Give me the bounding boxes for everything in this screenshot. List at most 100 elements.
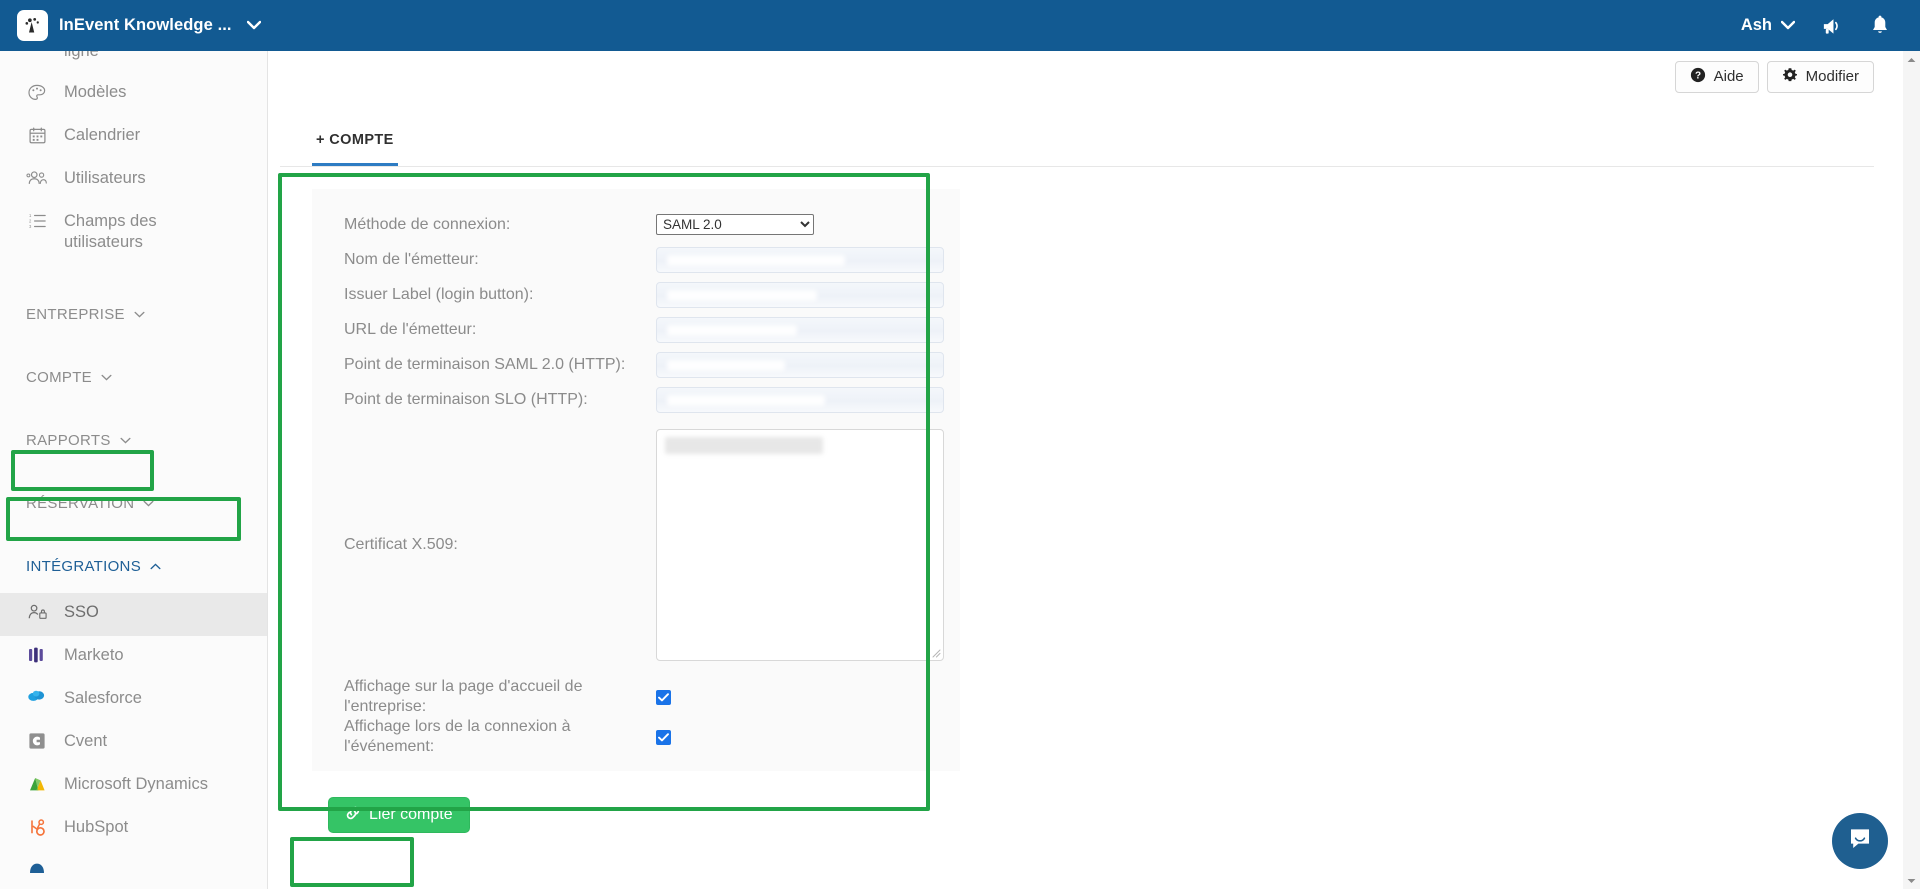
form-control: [656, 316, 944, 343]
sidebar-item-label: ligne: [64, 51, 99, 60]
top-bar-right: Ash: [1741, 15, 1920, 36]
form-label: Méthode de connexion:: [344, 215, 511, 233]
help-button-label: Aide: [1713, 68, 1744, 85]
form-label: Nom de l'émetteur:: [344, 250, 479, 268]
scroll-up-arrow-icon[interactable]: [1903, 51, 1920, 68]
sidebar-item-modeles[interactable]: Modèles: [0, 73, 267, 116]
form-control: SAML 2.0: [656, 214, 942, 235]
form-label: URL de l'émetteur:: [344, 320, 477, 338]
edit-button[interactable]: Modifier: [1766, 60, 1874, 93]
sidebar-item-hubspot[interactable]: HubSpot: [0, 808, 267, 851]
brand-zone[interactable]: InEvent Knowledge ...: [0, 0, 268, 51]
sidebar-item-cvent[interactable]: Cvent: [0, 722, 267, 765]
user-name: Ash: [1740, 16, 1772, 34]
sidebar-item-microsoft-dynamics[interactable]: Microsoft Dynamics: [0, 765, 267, 808]
sidebar-item-salesforce[interactable]: Salesforce: [0, 679, 267, 722]
sidebar-group-compte[interactable]: COMPTE: [0, 355, 267, 400]
sidebar-group-entreprise[interactable]: ENTREPRISE: [0, 292, 267, 337]
chevron-down-icon[interactable]: [246, 18, 261, 33]
top-bar: InEvent Knowledge ... Ash: [0, 0, 1920, 51]
marketo-icon: [26, 646, 48, 664]
sidebar-group-reservation[interactable]: RÉSERVATION: [0, 481, 267, 526]
form-row-saml-endpoint: Point de terminaison SAML 2.0 (HTTP):: [312, 347, 960, 382]
form-label: Point de terminaison SLO (HTTP):: [344, 390, 588, 408]
sidebar-item-label: HubSpot: [64, 818, 129, 836]
chevron-up-icon: [150, 561, 161, 573]
sidebar-item-label: Calendrier: [64, 126, 141, 144]
tab-label: + COMPTE: [316, 132, 394, 148]
sidebar: ligne Modèles Calendrier Utilisateurs 1 …: [0, 51, 268, 889]
megaphone-icon[interactable]: [1821, 16, 1844, 36]
form-row-nom-de-lemetteur: Nom de l'émetteur:: [312, 242, 960, 277]
gear-icon: [1782, 67, 1798, 87]
main-scrollbar[interactable]: [1903, 51, 1920, 889]
sidebar-group-rapports[interactable]: RAPPORTS: [0, 418, 267, 463]
bell-icon[interactable]: [1870, 15, 1890, 36]
cvent-icon: [26, 732, 48, 750]
issuer-name-input[interactable]: [656, 246, 944, 273]
chevron-down-icon: [120, 435, 131, 447]
link-account-button-label: Lier compte: [369, 806, 453, 823]
sidebar-item-label: Utilisateurs: [64, 169, 146, 187]
content-toolbar: ? Aide Modifier: [268, 51, 1920, 102]
link-account-button[interactable]: Lier compte: [328, 797, 470, 833]
show-on-event-login-checkbox[interactable]: [656, 729, 671, 745]
sidebar-group-label: RÉSERVATION: [26, 495, 135, 512]
issuer-label-input[interactable]: [656, 281, 944, 308]
sidebar-item-calendrier[interactable]: Calendrier: [0, 116, 267, 159]
sidebar-item-sso[interactable]: SSO: [0, 593, 267, 636]
scroll-down-arrow-icon[interactable]: [1903, 872, 1920, 889]
form-row-url-de-lemetteur: URL de l'émetteur:: [312, 312, 960, 347]
form-control: [656, 429, 944, 661]
svg-text:3: 3: [28, 224, 31, 229]
company-logo-icon: [17, 10, 48, 41]
edit-button-label: Modifier: [1805, 68, 1859, 85]
form-label: Issuer Label (login button):: [344, 285, 534, 303]
users-icon: [26, 169, 48, 187]
form-row-methode-de-connexion: Méthode de connexion: SAML 2.0: [312, 207, 960, 242]
sidebar-item-label: Salesforce: [64, 689, 142, 707]
issuer-url-input[interactable]: [656, 316, 944, 343]
submit-row: Lier compte: [312, 771, 1874, 833]
form-row-slo-endpoint: Point de terminaison SLO (HTTP):: [312, 382, 960, 417]
sidebar-item-label: Modèles: [64, 83, 127, 101]
form-row-issuer-label: Issuer Label (login button):: [312, 277, 960, 312]
certificate-textarea[interactable]: [656, 429, 944, 661]
microsoft-dynamics-icon: [26, 775, 48, 793]
form-row-certificat-x509: Certificat X.509:: [312, 423, 960, 667]
user-menu[interactable]: Ash: [1740, 16, 1796, 35]
form-row-affichage-connexion-evenement: Affichage lors de la connexion à l'événe…: [312, 717, 960, 757]
sso-form-wrapper: Méthode de connexion: SAML 2.0 Nom de l'…: [278, 167, 1874, 887]
sidebar-item-truncated[interactable]: ligne: [0, 51, 267, 73]
form-control: [656, 281, 944, 308]
checkbox-label: Affichage sur la page d'accueil de l'ent…: [344, 678, 583, 715]
salesforce-icon: [26, 689, 48, 703]
sidebar-item-champs-des-utilisateurs[interactable]: 1 2 3 Champs des utilisateurs: [0, 202, 267, 262]
sidebar-scroll-content: ligne Modèles Calendrier Utilisateurs 1 …: [0, 51, 267, 889]
slo-endpoint-input[interactable]: [656, 386, 944, 413]
form-row-affichage-page-accueil: Affichage sur la page d'accueil de l'ent…: [312, 677, 960, 717]
sidebar-item-label: Champs des utilisateurs: [64, 212, 157, 251]
show-on-company-homepage-checkbox[interactable]: [656, 689, 671, 705]
form-label: Certificat X.509:: [344, 536, 458, 553]
question-circle-icon: ?: [1690, 67, 1706, 87]
sidebar-item-partial-bottom[interactable]: [0, 851, 267, 889]
sidebar-item-marketo[interactable]: Marketo: [0, 636, 267, 679]
sidebar-group-integrations[interactable]: INTÉGRATIONS: [0, 544, 267, 589]
main-content: ? Aide Modifier + COMPTE Méthode de conn…: [268, 51, 1920, 889]
highlight-link-account-button: [290, 837, 414, 887]
form-control: [656, 351, 944, 378]
sidebar-item-utilisateurs[interactable]: Utilisateurs: [0, 159, 267, 202]
tab-compte[interactable]: + COMPTE: [312, 118, 398, 166]
partial-item-icon: [26, 861, 48, 875]
form-control: [656, 386, 944, 413]
saml-endpoint-input[interactable]: [656, 351, 944, 378]
form-control: [656, 729, 942, 745]
login-method-select[interactable]: SAML 2.0: [656, 214, 814, 235]
chevron-down-icon: [134, 309, 145, 321]
sidebar-group-label: COMPTE: [26, 369, 92, 386]
intercom-chat-icon: [1847, 826, 1873, 857]
intercom-chat-launcher[interactable]: [1832, 813, 1888, 869]
hubspot-icon: [26, 818, 48, 837]
help-button[interactable]: ? Aide: [1674, 60, 1759, 93]
